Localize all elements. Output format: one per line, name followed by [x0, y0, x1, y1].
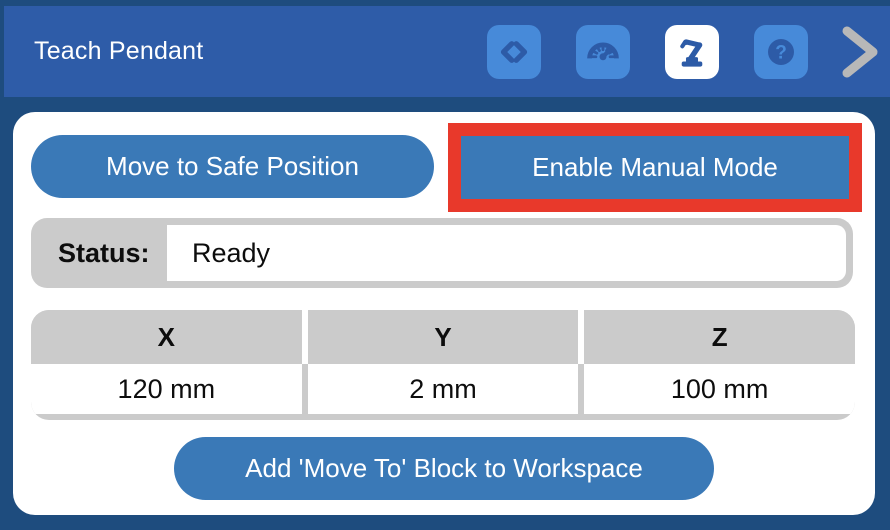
code-icon-button[interactable]	[487, 25, 541, 79]
gauge-icon	[584, 33, 622, 71]
annotation-highlight-box: Enable Manual Mode	[448, 123, 862, 212]
add-move-to-block-button[interactable]: Add 'Move To' Block to Workspace	[174, 437, 714, 500]
help-icon-button[interactable]: ?	[754, 25, 808, 79]
coord-header-z: Z	[584, 310, 855, 364]
move-to-safe-position-button[interactable]: Move to Safe Position	[31, 135, 434, 198]
status-row: Status: Ready	[31, 218, 853, 288]
coord-header-x: X	[31, 310, 302, 364]
help-icon: ?	[762, 33, 800, 71]
header-icon-toolbar: ?	[487, 25, 808, 79]
header: Teach Pendant	[4, 6, 890, 97]
expand-chevron-button[interactable]	[838, 22, 882, 82]
robot-arm-icon-button[interactable]	[665, 25, 719, 79]
coord-value-z: 100 mm	[584, 364, 855, 414]
status-label: Status:	[31, 218, 167, 288]
coordinates-table: X Y Z 120 mm 2 mm 100 mm	[31, 310, 855, 420]
robot-arm-icon	[673, 33, 711, 71]
enable-manual-mode-button[interactable]: Enable Manual Mode	[461, 136, 849, 199]
gauge-icon-button[interactable]	[576, 25, 630, 79]
code-icon	[496, 34, 532, 70]
coord-value-y: 2 mm	[308, 364, 579, 414]
status-value-field: Ready	[167, 225, 846, 281]
svg-text:?: ?	[775, 42, 787, 63]
coord-header-y: Y	[308, 310, 579, 364]
teach-pendant-panel: Move to Safe Position Enable Manual Mode…	[13, 112, 875, 515]
page-title: Teach Pendant	[34, 37, 203, 66]
coord-value-x: 120 mm	[31, 364, 302, 414]
chevron-right-icon	[839, 23, 881, 81]
